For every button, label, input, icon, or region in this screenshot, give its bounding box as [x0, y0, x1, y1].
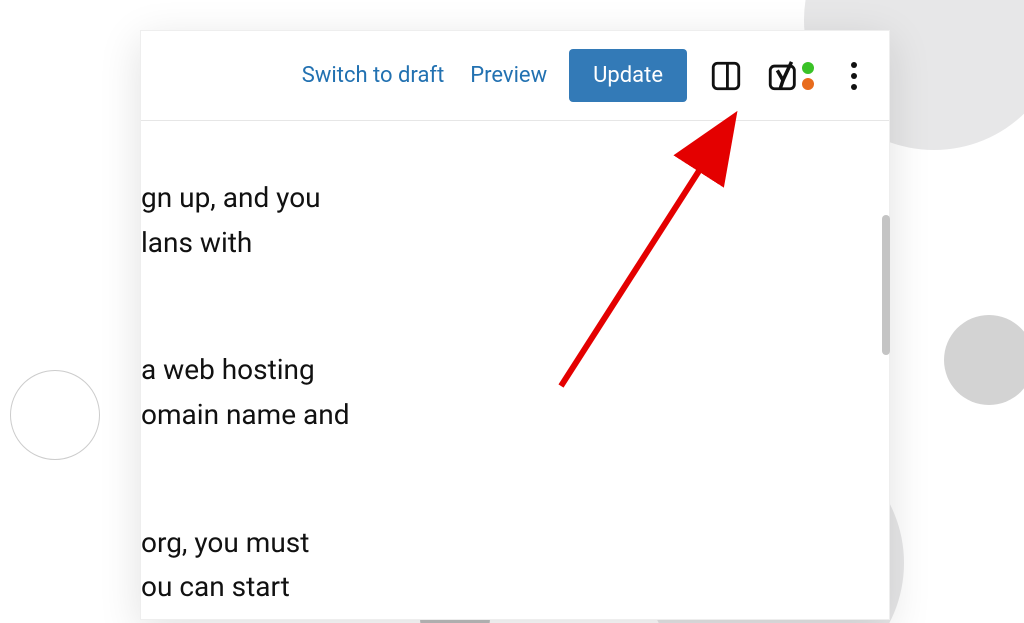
readability-dot — [802, 62, 814, 74]
yoast-icon — [766, 59, 800, 93]
switch-to-draft-button[interactable]: Switch to draft — [298, 57, 448, 94]
seo-dot — [802, 78, 814, 90]
background-ring — [10, 370, 100, 460]
update-button[interactable]: Update — [569, 49, 687, 102]
background-blob — [944, 315, 1024, 405]
sidebar-icon — [709, 59, 743, 93]
paragraph: a web hosting omain name and — [141, 348, 865, 438]
settings-sidebar-toggle[interactable] — [705, 55, 747, 97]
editor-panel: Switch to draft Preview Update — [140, 30, 890, 620]
more-icon — [850, 61, 858, 91]
yoast-status-dots — [802, 62, 814, 90]
editor-toolbar: Switch to draft Preview Update — [141, 31, 889, 121]
preview-button[interactable]: Preview — [466, 57, 551, 94]
paragraph: gn up, and you lans with — [141, 176, 865, 266]
paragraph: org, you must ou can start eb host as pa… — [141, 521, 865, 620]
more-options-button[interactable] — [839, 55, 869, 97]
yoast-seo-button[interactable] — [765, 55, 815, 97]
post-content[interactable]: gn up, and you lans with a web hosting o… — [141, 121, 889, 620]
scrollbar-thumb[interactable] — [882, 215, 890, 355]
